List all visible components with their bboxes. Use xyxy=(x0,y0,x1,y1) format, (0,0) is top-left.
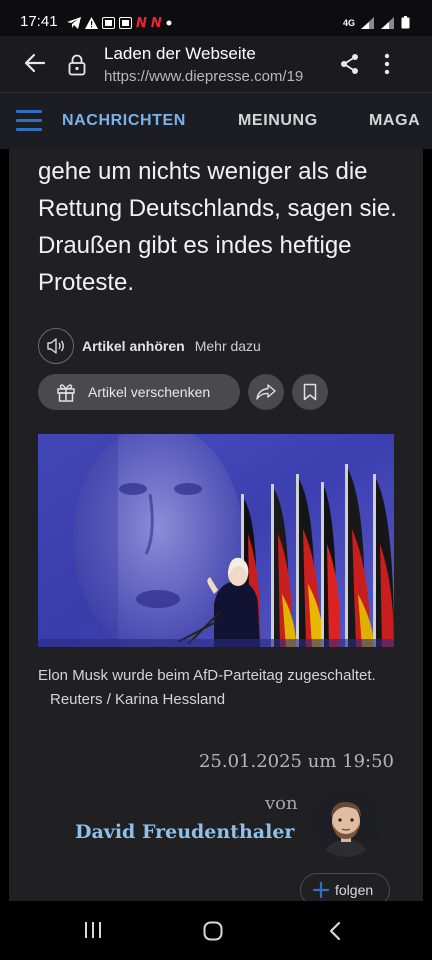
app-notification-icon xyxy=(102,17,115,29)
plus-icon xyxy=(313,882,329,898)
photo-credit: Reuters / Karina Hessland xyxy=(50,691,226,708)
photo-caption: Elon Musk wurde beim AfD-Parteitag zuges… xyxy=(38,664,408,712)
share-icon[interactable] xyxy=(340,53,360,75)
nav-item-magazin[interactable]: MAGA xyxy=(369,112,420,130)
back-icon[interactable] xyxy=(328,921,342,941)
gift-article-label: Artikel verschenken xyxy=(88,384,211,400)
listen-button[interactable] xyxy=(38,328,74,364)
gift-icon xyxy=(57,384,75,402)
nav-item-meinung[interactable]: MEINUNG xyxy=(238,112,318,130)
party-conference-photo xyxy=(38,434,394,647)
article-actions: Artikel verschenken xyxy=(38,374,328,410)
bookmark-button[interactable] xyxy=(292,374,328,410)
dot-icon xyxy=(166,20,172,26)
system-navigation-bar xyxy=(0,901,432,960)
publish-date: 25.01.2025 um 19:50 xyxy=(198,751,394,772)
network-type: 4G xyxy=(342,17,355,28)
news-notification-badge: N xyxy=(150,15,162,31)
news-notification-badge: N xyxy=(136,15,147,31)
battery-icon xyxy=(401,16,410,29)
home-icon[interactable] xyxy=(203,921,223,941)
page-title: Laden der Webseite xyxy=(104,44,256,63)
url-text[interactable]: https://www.diepresse.com/19 xyxy=(104,68,322,85)
status-time: 17:41 xyxy=(20,13,58,30)
signal-icon xyxy=(381,16,394,29)
status-bar: 17:41 N N 4G xyxy=(0,0,432,36)
follow-label: folgen xyxy=(335,882,374,898)
article-lead: gehe um nichts weniger als die Rettung D… xyxy=(38,158,397,296)
system-status-icons: 4G xyxy=(343,16,410,29)
share-arrow-icon xyxy=(256,384,276,400)
follow-author-button[interactable]: folgen xyxy=(300,873,390,901)
caption-text: Elon Musk wurde beim AfD-Parteitag zuges… xyxy=(38,667,376,684)
more-info-link[interactable]: Mehr dazu xyxy=(195,338,261,354)
site-navigation: NACHRICHTEN MEINUNG MAGA xyxy=(0,93,432,149)
warning-icon xyxy=(85,17,98,29)
author-avatar[interactable] xyxy=(312,789,380,857)
author-portrait-icon xyxy=(312,789,380,857)
byline-prefix: von xyxy=(265,793,298,814)
bookmark-icon xyxy=(303,383,317,401)
audio-row: Artikel anhören Mehr dazu xyxy=(38,327,261,365)
article-photo[interactable] xyxy=(38,434,394,647)
nav-item-nachrichten[interactable]: NACHRICHTEN xyxy=(62,112,186,130)
app-notification-icon xyxy=(119,17,132,29)
hamburger-menu-icon[interactable] xyxy=(16,110,42,132)
author-name[interactable]: David Freudenthaler xyxy=(75,821,294,843)
notification-icons: N N xyxy=(67,14,172,32)
lock-icon[interactable] xyxy=(68,54,86,76)
gift-article-button[interactable]: Artikel verschenken xyxy=(38,374,240,410)
signal-icon xyxy=(361,16,374,29)
speaker-icon xyxy=(47,338,64,354)
more-options-icon[interactable] xyxy=(384,53,390,75)
share-article-button[interactable] xyxy=(248,374,284,410)
listen-label[interactable]: Artikel anhören xyxy=(82,338,185,354)
recent-apps-icon[interactable] xyxy=(83,921,103,939)
browser-toolbar: Laden der Webseite https://www.diepresse… xyxy=(0,36,432,93)
telegram-icon xyxy=(67,17,81,29)
back-arrow-icon[interactable] xyxy=(24,52,46,74)
article-content: gehe um nichts weniger als die Rettung D… xyxy=(9,149,423,901)
